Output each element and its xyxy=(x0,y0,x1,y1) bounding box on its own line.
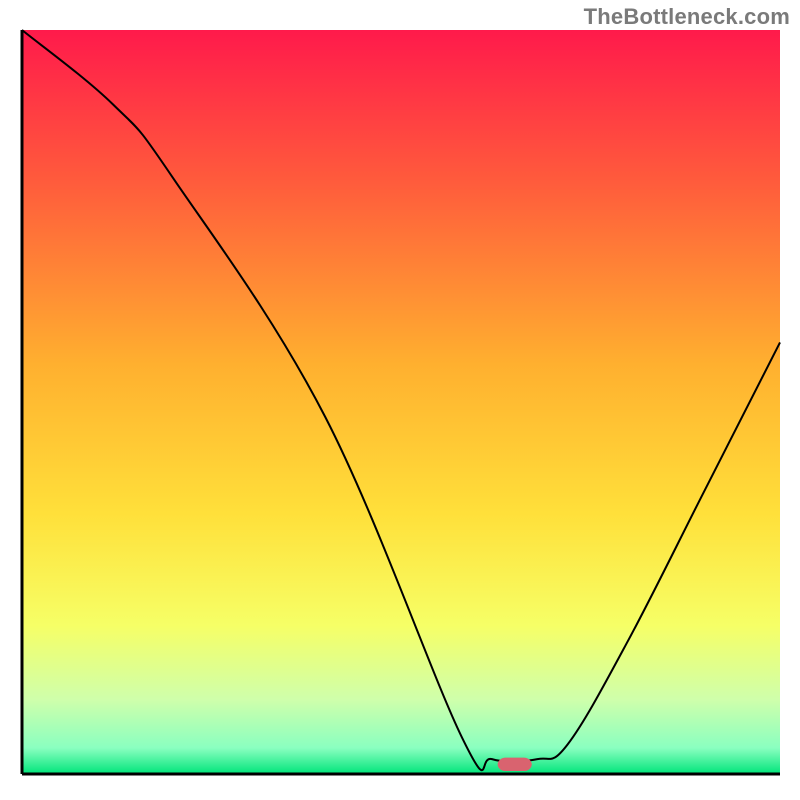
chart-container: TheBottleneck.com xyxy=(0,0,800,800)
bottleneck-chart xyxy=(0,0,800,800)
optimum-marker xyxy=(498,758,532,771)
watermark-text: TheBottleneck.com xyxy=(584,4,790,30)
plot-background xyxy=(22,30,780,774)
